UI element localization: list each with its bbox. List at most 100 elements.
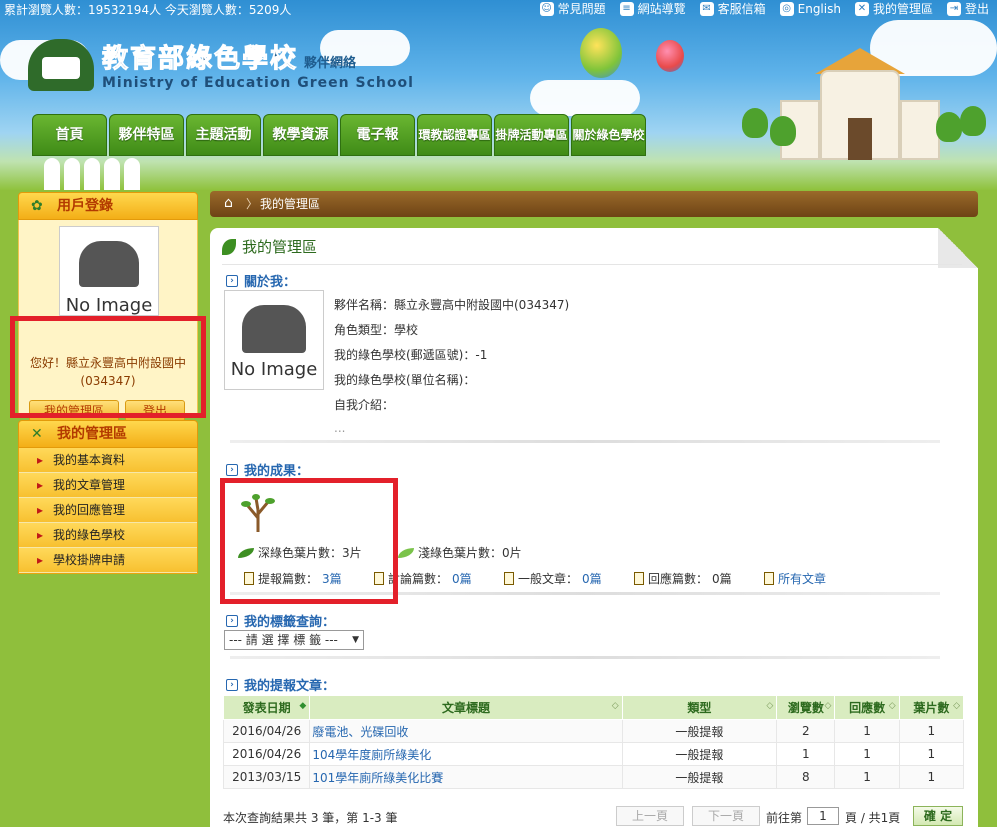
tools-icon: ✕ — [854, 1, 869, 16]
column-header-type[interactable]: 類型 ◇ — [621, 695, 778, 720]
info-partner-name: 夥伴名稱：縣立永豐高中附設國中(034347) — [334, 298, 570, 312]
page-total: 頁 / 共1頁 — [845, 811, 901, 825]
menu-item-plaque-apply[interactable]: 學校掛牌申請 — [19, 548, 197, 573]
manage-link[interactable]: ✕ 我的管理區 — [854, 0, 933, 17]
nav-plaque[interactable]: 掛牌活動專區 — [494, 114, 569, 156]
discussion-count-link[interactable]: 0篇 — [452, 570, 472, 587]
nav-partner-zone[interactable]: 夥伴特區 — [109, 114, 184, 156]
column-header-date[interactable]: 發表日期 ◆ — [222, 695, 311, 720]
next-page-button[interactable]: 下一頁 — [692, 806, 760, 826]
general-article-count-link[interactable]: 0篇 — [582, 570, 602, 587]
tree-house-icon — [79, 241, 139, 287]
tag-select[interactable]: --- 請 選 擇 標 籤 --- — [224, 630, 364, 650]
faq-link[interactable]: ☺ 常見問題 — [539, 0, 606, 17]
response-count-value: 0篇 — [712, 572, 732, 586]
info-postal-code: 我的綠色學校(郵遞區號)：-1 — [334, 348, 488, 362]
sort-icon: ◇ — [953, 701, 960, 711]
prev-page-button[interactable]: 上一頁 — [616, 806, 684, 826]
column-header-responses[interactable]: 回應數 ◇ — [834, 695, 900, 720]
logo-english: Ministry of Education Green School — [102, 75, 414, 91]
nav-home[interactable]: 首頁 — [32, 114, 107, 156]
manage-menu-title: ✕ 我的管理區 — [18, 420, 198, 448]
nav-resources[interactable]: 教學資源 — [263, 114, 338, 156]
tools-icon: ✕ — [31, 426, 43, 442]
info-ellipsis: ... — [334, 421, 346, 435]
avatar: No Image — [59, 226, 159, 316]
menu-item-articles[interactable]: 我的文章管理 — [19, 473, 197, 498]
cloud-decoration — [530, 80, 640, 116]
column-header-title[interactable]: 文章標題 ◇ — [309, 695, 623, 720]
confirm-button[interactable]: 確 定 — [913, 806, 963, 826]
logout-link[interactable]: ⇥ 登出 — [946, 0, 989, 17]
cell-leaves: 1 — [898, 742, 965, 766]
general-article-count: 一般文章： 0篇 — [504, 570, 602, 587]
site-logo[interactable]: 教育部綠色學校 夥伴網絡 Ministry of Education Green … — [28, 38, 414, 91]
column-header-views[interactable]: 瀏覽數 ◇ — [776, 695, 836, 720]
school-building-illustration — [780, 40, 940, 160]
highlight-frame — [220, 478, 398, 604]
home-icon[interactable]: ⌂ — [224, 196, 240, 210]
visitor-stats: 累計瀏覽人數：19532194人 今天瀏覽人數：5209人 — [4, 3, 292, 17]
breadcrumb-separator-icon: 〉 — [246, 197, 259, 211]
table-row: 2016/04/26 廢電池、光碟回收 一般提報 2 1 1 — [222, 719, 965, 743]
article-title-link[interactable]: 廢電池、光碟回收 — [309, 719, 623, 743]
mail-icon: ✉ — [699, 1, 714, 16]
logo-subtitle: 夥伴網絡 — [304, 56, 357, 71]
tree-decoration — [936, 112, 962, 142]
arrow-box-icon: › — [226, 614, 238, 627]
page-title: 我的管理區 — [222, 236, 962, 265]
logo-title: 教育部綠色學校 — [101, 44, 299, 75]
document-icon — [504, 572, 514, 585]
all-articles-link[interactable]: 所有文章 — [778, 570, 826, 587]
column-header-leaves[interactable]: 葉片數 ◇ — [898, 695, 965, 720]
sort-icon: ◇ — [824, 701, 832, 711]
contact-link[interactable]: ✉ 客服信箱 — [699, 0, 766, 17]
nav-themes[interactable]: 主題活動 — [186, 114, 261, 156]
main-nav: 首頁 夥伴特區 主題活動 教學資源 電子報 環教認證專區 掛牌活動專區 關於綠色… — [32, 114, 646, 156]
cell-date: 2016/04/26 — [222, 719, 311, 743]
article-title-link[interactable]: 101學年廁所綠美化比賽 — [309, 765, 623, 789]
tree-house-icon — [242, 305, 306, 353]
top-links: ☺ 常見問題 ≡ 網站導覽 ✉ 客服信箱 ◎ English ✕ 我的管理區 ⇥ 登出 — [539, 0, 989, 17]
balloon-decoration — [580, 28, 622, 78]
light-leaf-count: 淺綠色葉片數：0片 — [398, 544, 522, 561]
about-section-title: › 關於我： — [226, 271, 296, 290]
sort-icon: ◇ — [888, 701, 896, 711]
cell-type: 一般提報 — [621, 742, 778, 766]
report-table: 發表日期 ◆ 文章標題 ◇ 類型 ◇ 瀏覽數 ◇ 回應數 ◇ 葉片數 ◇ 2016/04/2… — [222, 695, 965, 789]
tree-decoration — [742, 108, 768, 138]
table-row: 2013/03/15 101學年廁所綠美化比賽 一般提報 8 1 1 — [222, 765, 965, 789]
tree-decoration — [770, 116, 796, 146]
balloon-decoration — [656, 40, 684, 72]
response-count: 回應篇數： 0篇 — [634, 570, 732, 587]
sitemap-icon: ≡ — [619, 1, 634, 16]
tag-section-title: › 我的標籤查詢： — [226, 611, 335, 630]
leaf-icon — [222, 238, 236, 255]
cell-leaves: 1 — [898, 765, 965, 789]
nav-certification[interactable]: 環教認證專區 — [417, 114, 492, 156]
page-curl-decoration — [938, 228, 978, 268]
cell-date: 2013/03/15 — [222, 765, 311, 789]
cell-responses: 1 — [834, 765, 900, 789]
nav-newsletter[interactable]: 電子報 — [340, 114, 415, 156]
article-title-link[interactable]: 104學年度廁所綠美化 — [309, 742, 623, 766]
sitemap-link[interactable]: ≡ 網站導覽 — [619, 0, 686, 17]
nav-about[interactable]: 關於綠色學校 — [571, 114, 646, 156]
arrow-box-icon: › — [226, 463, 238, 476]
page-number-input[interactable]: 1 — [807, 807, 839, 825]
menu-item-profile[interactable]: 我的基本資料 — [19, 448, 197, 473]
menu-item-responses[interactable]: 我的回應管理 — [19, 498, 197, 523]
site-header: 累計瀏覽人數：19532194人 今天瀏覽人數：5209人 ☺ 常見問題 ≡ 網站導… — [0, 0, 997, 190]
sort-icon: ◇ — [611, 701, 619, 711]
user-icon: ✿ — [31, 198, 43, 214]
info-unit-name: 我的綠色學校(單位名稱)： — [334, 373, 476, 387]
goto-label: 前往第 — [766, 811, 803, 825]
cell-leaves: 1 — [898, 719, 965, 743]
tree-decoration — [960, 106, 986, 136]
globe-icon: ◎ — [779, 1, 794, 16]
table-row: 2016/04/26 104學年度廁所綠美化 一般提報 1 1 1 — [222, 742, 965, 766]
cell-views: 1 — [776, 742, 836, 766]
english-link[interactable]: ◎ English — [779, 0, 841, 17]
achievement-section-title: › 我的成果： — [226, 460, 309, 479]
menu-item-green-school[interactable]: 我的綠色學校 — [19, 523, 197, 548]
